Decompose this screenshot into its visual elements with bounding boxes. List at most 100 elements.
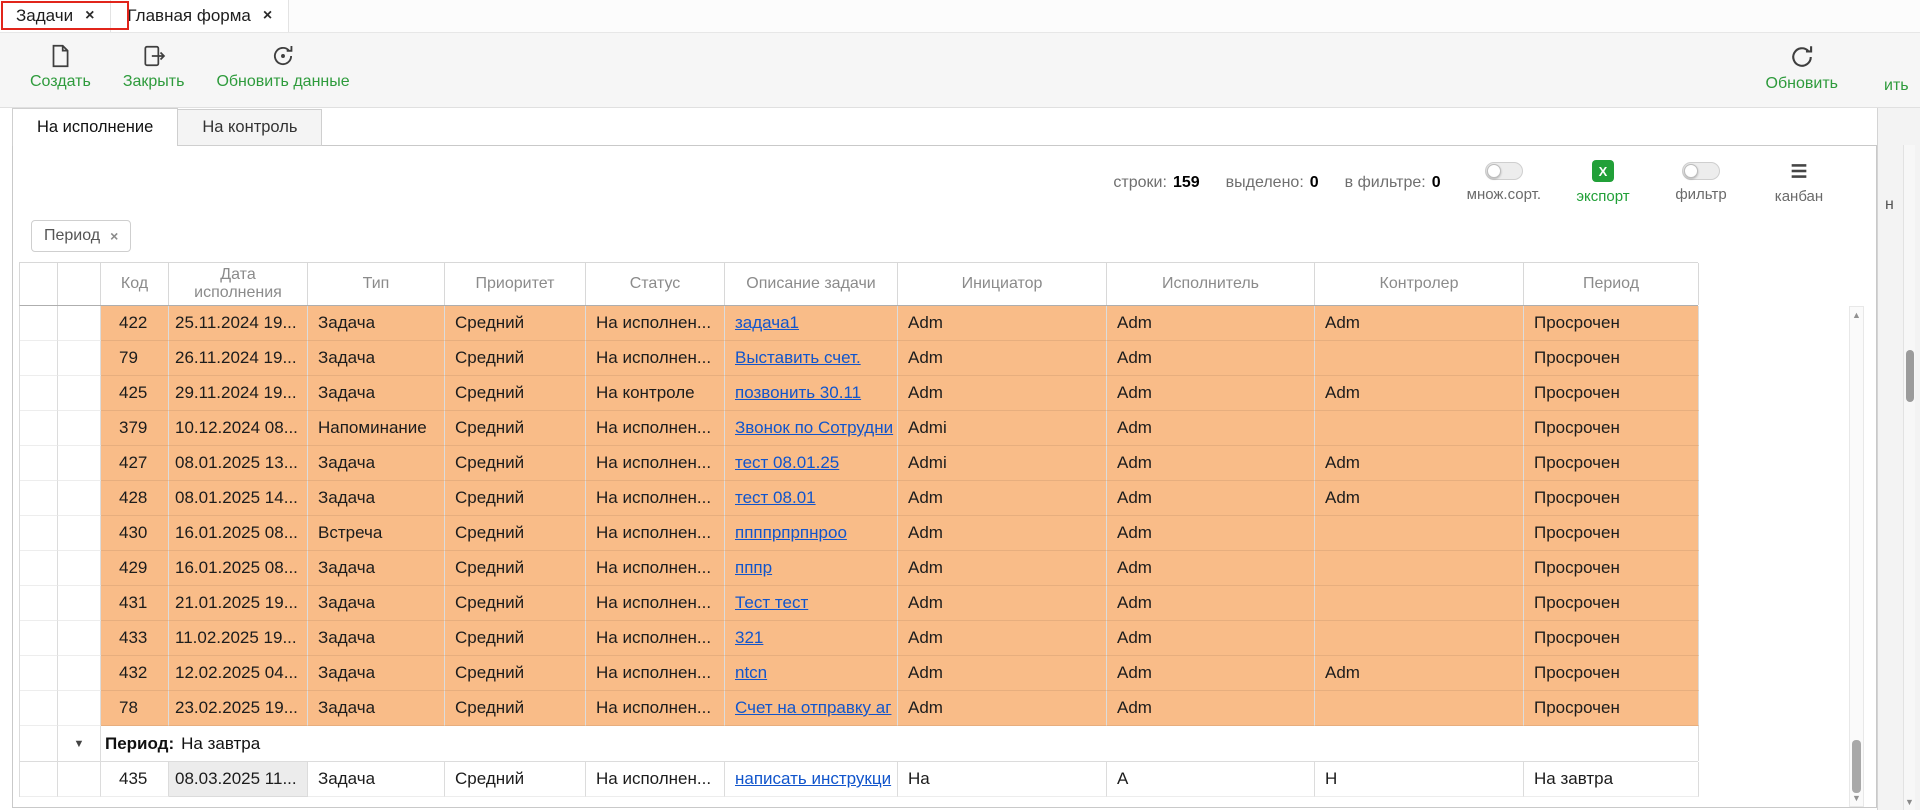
task-description-link[interactable]: тест 08.01.25 [735,453,839,473]
refresh-data-icon [270,43,296,69]
cell-priority: Средний [445,762,586,797]
scroll-up-icon[interactable]: ▲ [1850,310,1863,320]
filter-toggle[interactable] [1682,162,1720,180]
row-select-cell[interactable] [20,516,58,551]
task-description-link[interactable]: ntcn [735,663,767,683]
tab-main-form-close-icon[interactable]: × [263,8,272,24]
page-vertical-scrollbar[interactable]: ▼ [1903,145,1915,810]
rows-count: строки:159 [1113,174,1199,192]
table-row[interactable]: 428 08.01.2025 14... Задача Средний На и… [19,481,1698,516]
kanban-label: канбан [1775,188,1823,205]
row-select-cell[interactable] [20,341,58,376]
header-initiator[interactable]: Инициатор [898,263,1107,305]
row-select-cell[interactable] [20,691,58,726]
table-row[interactable]: 425 29.11.2024 19... Задача Средний На к… [19,376,1698,411]
cell-status: На исполнен... [586,656,725,691]
table-row[interactable]: 431 21.01.2025 19... Задача Средний На и… [19,586,1698,621]
task-description-link[interactable]: тест 08.01 [735,488,816,508]
task-description-link[interactable]: ппппрпрпнроо [735,523,847,543]
row-select-cell[interactable] [20,551,58,586]
header-icon-column [58,263,101,305]
multisort-control[interactable]: множ.сорт. [1467,162,1541,203]
task-description-link[interactable]: пппр [735,558,772,578]
grouping-chip-period[interactable]: Период × [31,220,131,252]
table-row[interactable]: 422 25.11.2024 19... Задача Средний На и… [19,306,1698,341]
export-label: экспорт [1576,188,1629,205]
scroll-down-icon[interactable]: ▼ [1850,793,1863,803]
cell-period: Просрочен [1524,341,1699,376]
tab-control[interactable]: На контроль [177,109,322,146]
header-code[interactable]: Код [101,263,169,305]
header-controller[interactable]: Контролер [1315,263,1524,305]
page-scroll-down-icon[interactable]: ▼ [1904,797,1915,807]
collapse-triangle-icon[interactable]: ▼ [58,726,101,761]
task-description-link[interactable]: Тест тест [735,593,808,613]
table-row[interactable]: 435 08.03.2025 11... Задача Средний На и… [19,762,1698,797]
table-row[interactable]: 429 16.01.2025 08... Задача Средний На и… [19,551,1698,586]
task-description-link[interactable]: задача1 [735,313,799,333]
cell-period: Просрочен [1524,656,1699,691]
task-description-link[interactable]: позвонить 30.11 [735,383,861,403]
row-select-cell[interactable] [20,762,58,797]
tab-main-form[interactable]: Главная форма × [111,0,289,32]
cell-controller [1315,516,1524,551]
cell-code: 379 [101,411,169,446]
task-description-link[interactable]: Счет на отправку аг [735,698,891,718]
tab-tasks-close-icon[interactable]: × [85,8,94,24]
cell-date: 11.02.2025 19... [169,621,308,656]
grouping-chip-close-icon[interactable]: × [110,229,118,243]
cell-description: ntcn [725,656,898,691]
multisort-toggle[interactable] [1485,162,1523,180]
table-scrollbar-thumb[interactable] [1852,740,1861,793]
table-row[interactable]: 430 16.01.2025 08... Встреча Средний На … [19,516,1698,551]
table-row[interactable]: 433 11.02.2025 19... Задача Средний На и… [19,621,1698,656]
tab-tasks[interactable]: Задачи × [0,0,111,32]
table-row[interactable]: 432 12.02.2025 04... Задача Средний На и… [19,656,1698,691]
cell-period: Просрочен [1524,586,1699,621]
filter-control[interactable]: фильтр [1665,162,1737,203]
cell-date: 16.01.2025 08... [169,516,308,551]
header-priority[interactable]: Приоритет [445,263,586,305]
cell-controller: Н [1315,762,1524,797]
row-select-cell[interactable] [20,481,58,516]
export-control[interactable]: X экспорт [1567,160,1639,205]
header-date[interactable]: Дата исполнения [169,263,308,305]
page-scrollbar-thumb[interactable] [1906,350,1914,402]
task-description-link[interactable]: Звонок по Сотрудни [735,418,893,438]
cell-executor: Adm [1107,411,1315,446]
task-description-link[interactable]: написать инструкци [735,769,891,789]
cell-date: 29.11.2024 19... [169,376,308,411]
tab-execution[interactable]: На исполнение [12,108,178,146]
table-vertical-scrollbar[interactable]: ▲ ▼ [1849,306,1864,807]
header-description[interactable]: Описание задачи [725,263,898,305]
cell-initiator: Adm [898,656,1107,691]
create-button[interactable]: Создать [14,33,107,107]
cell-type: Задача [308,551,445,586]
cell-priority: Средний [445,341,586,376]
header-period[interactable]: Период [1524,263,1699,305]
group-row-tomorrow[interactable]: ▼ Период: На завтра [19,726,1698,762]
header-type[interactable]: Тип [308,263,445,305]
header-executor[interactable]: Исполнитель [1107,263,1315,305]
table-row[interactable]: 427 08.01.2025 13... Задача Средний На и… [19,446,1698,481]
refresh-data-button[interactable]: Обновить данные [200,33,365,107]
cell-priority: Средний [445,551,586,586]
refresh-button[interactable]: Обновить [1750,33,1854,107]
row-select-cell[interactable] [20,411,58,446]
row-select-cell[interactable] [20,446,58,481]
task-description-link[interactable]: Выставить счет. [735,348,861,368]
row-select-cell[interactable] [20,586,58,621]
cell-code: 78 [101,691,169,726]
table-row[interactable]: 379 10.12.2024 08... Напоминание Средний… [19,411,1698,446]
table-row[interactable]: 79 26.11.2024 19... Задача Средний На ис… [19,341,1698,376]
row-select-cell[interactable] [20,656,58,691]
row-select-cell[interactable] [20,621,58,656]
kanban-control[interactable]: канбан [1763,160,1835,205]
excel-export-icon[interactable]: X [1592,160,1614,182]
task-description-link[interactable]: 321 [735,628,763,648]
row-select-cell[interactable] [20,376,58,411]
table-row[interactable]: 78 23.02.2025 19... Задача Средний На ис… [19,691,1698,726]
header-status[interactable]: Статус [586,263,725,305]
row-select-cell[interactable] [20,306,58,341]
close-button[interactable]: Закрыть [107,33,201,107]
